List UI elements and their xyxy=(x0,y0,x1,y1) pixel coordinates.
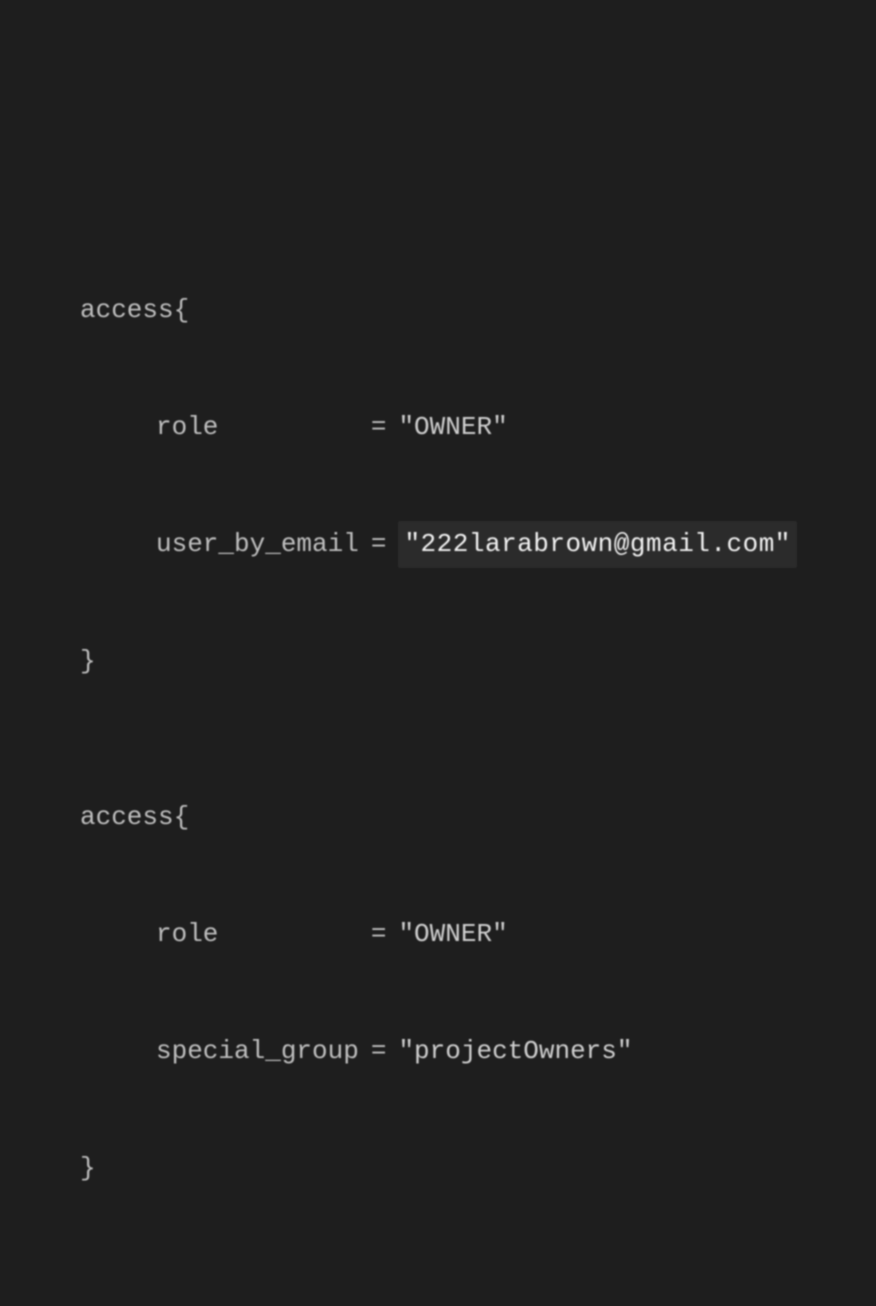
keyword-access: access xyxy=(80,798,174,837)
brace-close: } xyxy=(80,1149,96,1188)
equals-sign: = xyxy=(371,915,387,954)
key-role: role xyxy=(156,915,359,954)
code-line: access { xyxy=(0,798,876,837)
keyword-access: access xyxy=(80,291,174,330)
code-line: special_group = "projectOwners" xyxy=(0,1032,876,1071)
value-string-highlighted: "222larabrown@gmail.com" xyxy=(398,521,796,568)
value-string: "OWNER" xyxy=(398,408,507,447)
code-line: } xyxy=(0,642,876,681)
code-line: } xyxy=(0,1149,876,1188)
brace-open: { xyxy=(174,291,190,330)
value-string: "OWNER" xyxy=(398,915,507,954)
key-special-group: special_group xyxy=(156,1032,359,1071)
value-string: "projectOwners" xyxy=(398,1032,632,1071)
code-line: access { xyxy=(0,291,876,330)
key-role: role xyxy=(156,408,359,447)
brace-open: { xyxy=(174,798,190,837)
key-user-by-email: user_by_email xyxy=(156,525,359,564)
keyword-access: access xyxy=(80,1305,174,1306)
brace-open: { xyxy=(174,1305,190,1306)
code-line: role = "OWNER" xyxy=(0,408,876,447)
code-line: user_by_email = "222larabrown@gmail.com" xyxy=(0,525,876,564)
brace-close: } xyxy=(80,642,96,681)
code-snippet: access { role = "OWNER" user_by_email = … xyxy=(0,174,876,1306)
code-line: access { xyxy=(0,1305,876,1306)
equals-sign: = xyxy=(371,525,387,564)
equals-sign: = xyxy=(371,1032,387,1071)
equals-sign: = xyxy=(371,408,387,447)
code-line: role = "OWNER" xyxy=(0,915,876,954)
